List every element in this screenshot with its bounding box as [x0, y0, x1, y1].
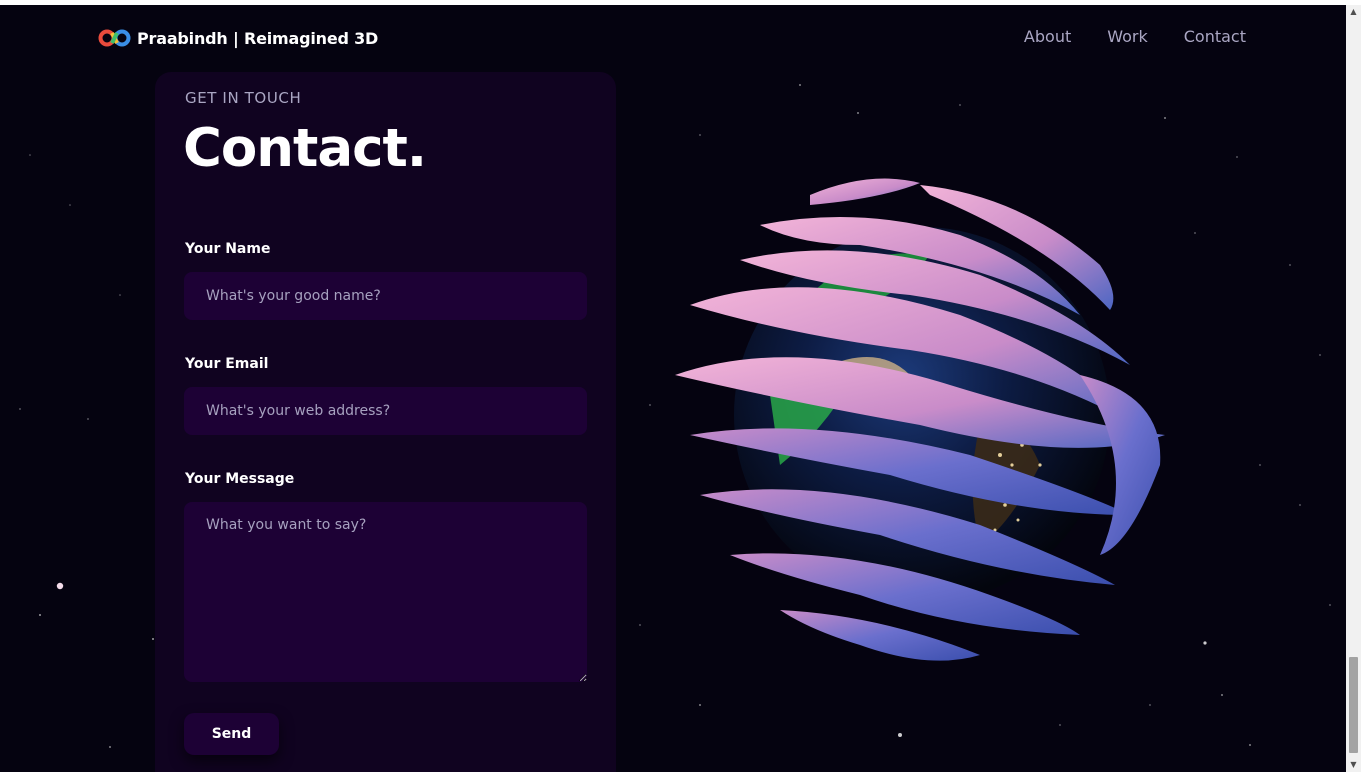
infinity-logo-icon: [98, 29, 131, 47]
scroll-thumb[interactable]: [1349, 657, 1358, 753]
page-scrollbar[interactable]: ▲ ▼: [1346, 5, 1361, 772]
send-button[interactable]: Send: [184, 713, 279, 755]
nav-link-about[interactable]: About: [1024, 27, 1071, 46]
scroll-up-arrow-icon[interactable]: ▲: [1346, 5, 1361, 19]
nav-link-contact[interactable]: Contact: [1184, 27, 1246, 46]
section-title: Contact.: [183, 118, 427, 179]
name-label: Your Name: [185, 241, 271, 257]
email-label: Your Email: [185, 356, 269, 372]
page-viewport: Praabindh | Reimagined 3D About Work Con…: [0, 5, 1346, 772]
message-textarea[interactable]: [184, 502, 587, 682]
brand-title: Praabindh | Reimagined 3D: [137, 28, 379, 48]
nav-link-work[interactable]: Work: [1107, 27, 1148, 46]
earth-globe-canvas[interactable]: [660, 165, 1180, 685]
name-input[interactable]: [184, 272, 587, 320]
nav-links: About Work Contact: [1024, 27, 1246, 46]
contact-panel: GET IN TOUCH Contact. Your Name Your Ema…: [155, 72, 616, 772]
brand-link[interactable]: Praabindh | Reimagined 3D: [98, 27, 378, 49]
scroll-down-arrow-icon[interactable]: ▼: [1346, 758, 1361, 772]
navbar: Praabindh | Reimagined 3D About Work Con…: [0, 5, 1346, 71]
message-label: Your Message: [185, 471, 295, 487]
section-subtitle: GET IN TOUCH: [185, 89, 302, 107]
email-input[interactable]: [184, 387, 587, 435]
